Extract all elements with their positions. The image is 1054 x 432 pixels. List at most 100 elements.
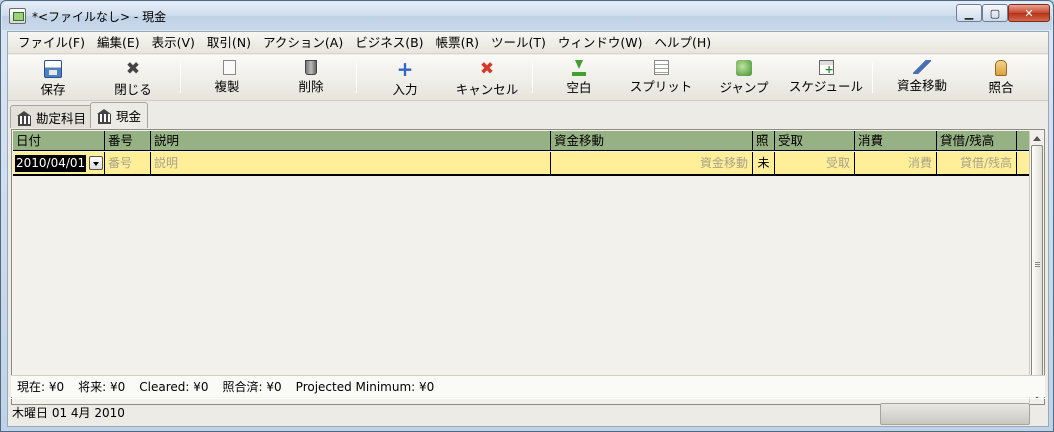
menu-actions[interactable]: アクション(A) [257, 32, 349, 54]
main-client: ファイル(F) 編集(E) 表示(V) 取引(N) アクション(A) ビジネス(… [7, 31, 1049, 427]
projected-minimum: Projected Minimum: ¥0 [295, 379, 435, 394]
split-label: スプリット [629, 79, 693, 94]
duplicate-button[interactable]: 複製 [206, 58, 248, 98]
balance-field: 貸借/残高 [937, 152, 1017, 174]
cancel-label: キャンセル [455, 82, 519, 97]
close-window-button[interactable]: ✕ [1008, 4, 1050, 22]
enter-label: 入力 [392, 82, 418, 97]
status-date: 木曜日 01 4月 2010 [12, 406, 125, 420]
spend-field[interactable]: 消費 [855, 152, 937, 174]
register-header: 日付 番号 説明 資金移動 照 受取 消費 貸借/残高 [13, 131, 1031, 151]
menu-edit[interactable]: 編集(E) [91, 32, 146, 54]
jump-icon [736, 60, 752, 76]
vertical-scrollbar[interactable] [1029, 131, 1043, 403]
account-tabs: 勘定科目 現金 [8, 102, 1048, 128]
schedule-label: スケジュール [788, 79, 864, 94]
cancel-button[interactable]: ✖ キャンセル [452, 58, 522, 98]
menu-tools[interactable]: ツール(T) [485, 32, 552, 54]
toolbar-separator [180, 63, 181, 93]
split-icon [653, 60, 669, 75]
tab-cash-label: 現金 [116, 109, 142, 124]
menu-transaction[interactable]: 取引(N) [201, 32, 257, 54]
schedule-button[interactable]: スケジュール [784, 58, 868, 98]
maximize-button[interactable]: ▢ [982, 4, 1008, 22]
progress-bar [880, 403, 1030, 425]
cleared-balance: Cleared: ¥0 [139, 379, 209, 394]
tab-accounts[interactable]: 勘定科目 [10, 105, 94, 128]
calendar-dropdown-icon[interactable] [89, 156, 103, 170]
cancel-icon: ✖ [479, 59, 495, 79]
date-field[interactable]: 2010/04/01 [15, 155, 87, 172]
toolbar-separator [872, 63, 873, 93]
close-label: 閉じる [114, 82, 152, 97]
menu-reports[interactable]: 帳票(R) [430, 32, 485, 54]
header-num[interactable]: 番号 [105, 131, 151, 150]
menu-view[interactable]: 表示(V) [146, 32, 201, 54]
num-field[interactable]: 番号 [105, 152, 151, 174]
split-button[interactable]: スプリット [626, 58, 696, 98]
close-button[interactable]: ✖ 閉じる [108, 58, 158, 98]
header-reconcile[interactable]: 照 [753, 131, 775, 150]
scroll-thumb[interactable] [1031, 145, 1043, 389]
transfer-icon [913, 60, 931, 74]
header-description[interactable]: 説明 [151, 131, 551, 150]
title-bar[interactable]: *<ファイルなし> - 現金 ▁ ▢ ✕ [2, 2, 1052, 30]
duplicate-icon [222, 60, 236, 75]
header-receive[interactable]: 受取 [775, 131, 855, 150]
app-window: *<ファイルなし> - 現金 ▁ ▢ ✕ ファイル(F) 編集(E) 表示(V)… [0, 0, 1054, 432]
jump-label: ジャンプ [719, 80, 769, 95]
reconcile-icon [995, 60, 1007, 76]
description-field[interactable]: 説明 [151, 152, 551, 174]
menu-business[interactable]: ビジネス(B) [349, 32, 429, 54]
save-button[interactable]: 保存 [32, 58, 74, 98]
scroll-up-icon[interactable] [1030, 131, 1044, 145]
save-icon [44, 60, 62, 78]
trash-icon [305, 60, 317, 75]
menu-windows[interactable]: ウィンドウ(W) [552, 32, 649, 54]
toolbar-separator [356, 63, 357, 93]
minimize-button[interactable]: ▁ [956, 4, 982, 22]
menu-file[interactable]: ファイル(F) [12, 32, 91, 54]
summary-bar: 現在: ¥0 将来: ¥0 Cleared: ¥0 照合済: ¥0 Projec… [11, 375, 1045, 397]
header-spend[interactable]: 消費 [855, 131, 937, 150]
date-cell[interactable]: 2010/04/01 [13, 152, 105, 174]
close-icon: ✖ [125, 59, 141, 79]
future-balance: 将来: ¥0 [78, 380, 126, 394]
tab-accounts-label: 勘定科目 [36, 110, 87, 126]
transfer-label: 資金移動 [896, 78, 947, 93]
menu-bar: ファイル(F) 編集(E) 表示(V) 取引(N) アクション(A) ビジネス(… [8, 32, 1048, 54]
blank-label: 空白 [566, 80, 592, 95]
toolbar: 保存 ✖ 閉じる 複製 削除 + 入力 ✖ キャンセル 空白 スプリット ジャン… [8, 55, 1048, 101]
window-title: *<ファイルなし> - 現金 [32, 10, 167, 24]
save-label: 保存 [40, 82, 66, 97]
register-grid: 日付 番号 説明 資金移動 照 受取 消費 貸借/残高 2010/04/01 番… [11, 129, 1045, 405]
gnucash-app-icon [9, 8, 26, 24]
jump-button[interactable]: ジャンプ [714, 58, 774, 98]
header-balance[interactable]: 貸借/残高 [937, 131, 1017, 150]
reconcile-field[interactable]: 未 [753, 152, 775, 174]
blank-button[interactable]: 空白 [558, 58, 600, 98]
delete-label: 削除 [298, 79, 324, 94]
reconciled-balance: 照合済: ¥0 [222, 380, 282, 394]
transfer-field[interactable]: 資金移動 [551, 152, 753, 174]
bank-icon [17, 110, 32, 126]
header-transfer[interactable]: 資金移動 [551, 131, 753, 150]
header-date[interactable]: 日付 [13, 131, 105, 150]
schedule-icon [818, 60, 834, 76]
bank-icon [97, 109, 112, 124]
delete-button[interactable]: 削除 [290, 58, 332, 98]
receive-field[interactable]: 受取 [775, 152, 855, 174]
reconcile-button[interactable]: 照合 [980, 58, 1022, 98]
reconcile-label: 照合 [988, 80, 1014, 95]
present-balance: 現在: ¥0 [17, 380, 65, 394]
blank-transaction-row[interactable]: 2010/04/01 番号 説明 資金移動 未 受取 消費 貸借/残高 [13, 152, 1031, 176]
transfer-button[interactable]: 資金移動 [888, 58, 956, 98]
duplicate-label: 複製 [214, 79, 240, 94]
plus-icon: + [396, 57, 414, 81]
menu-help[interactable]: ヘルプ(H) [649, 32, 718, 54]
blank-transaction-icon [572, 60, 586, 76]
toolbar-separator [532, 63, 533, 93]
enter-button[interactable]: + 入力 [384, 58, 426, 98]
tab-cash[interactable]: 現金 [90, 102, 149, 128]
status-bar: 木曜日 01 4月 2010 [8, 398, 1048, 426]
